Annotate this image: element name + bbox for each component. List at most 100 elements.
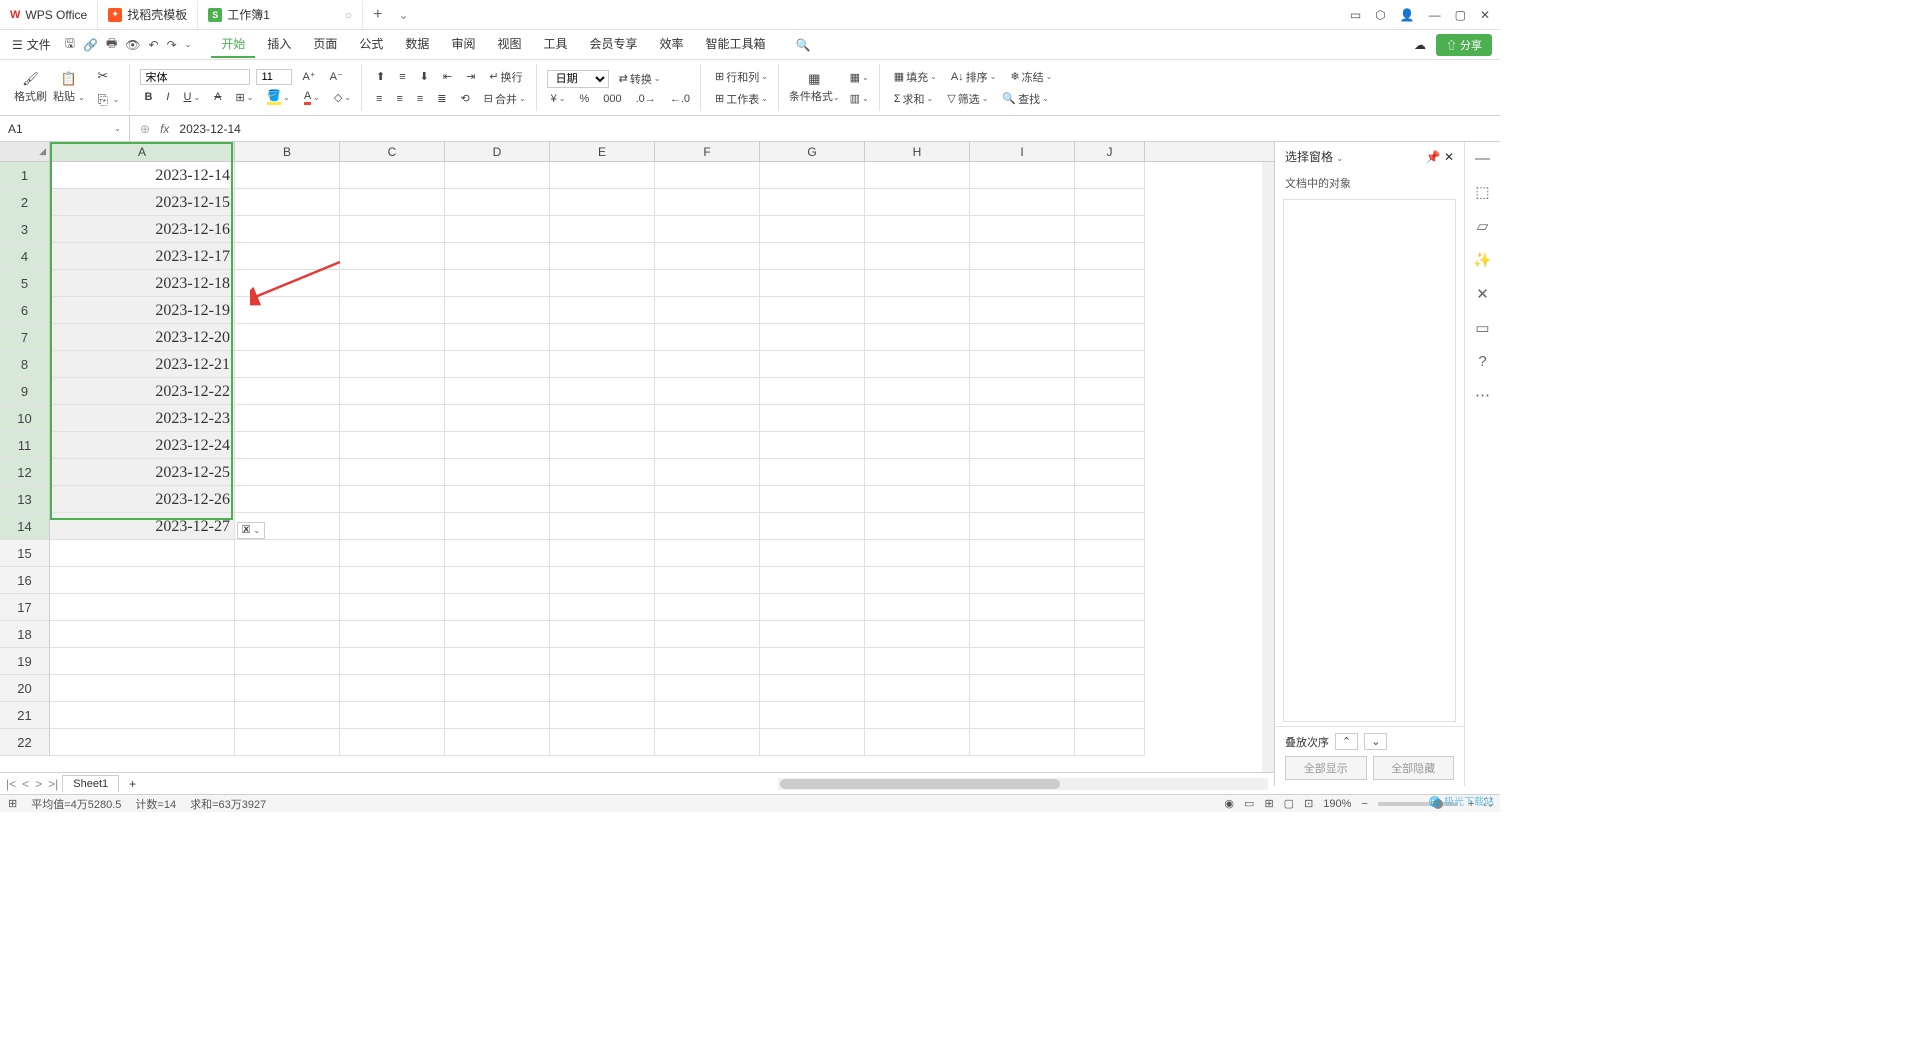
row-header[interactable]: 1 [0, 162, 50, 189]
cell[interactable] [445, 648, 550, 675]
cell[interactable] [445, 378, 550, 405]
cell-styles-button[interactable]: ▦⌄ [846, 69, 873, 86]
cell[interactable]: 2023-12-21 [50, 351, 235, 378]
cell[interactable] [865, 486, 970, 513]
format-painter-button[interactable]: 🖌格式刷 [14, 71, 47, 104]
cell[interactable] [445, 567, 550, 594]
cell[interactable] [865, 189, 970, 216]
horizontal-scrollbar[interactable] [778, 778, 1268, 790]
cell[interactable] [865, 648, 970, 675]
strikethrough-button[interactable]: A [210, 89, 225, 105]
cell[interactable] [235, 351, 340, 378]
cell[interactable] [760, 432, 865, 459]
cell[interactable] [340, 702, 445, 729]
sum-button[interactable]: Σ 求和⌄ [890, 89, 938, 109]
cell[interactable] [760, 189, 865, 216]
name-box[interactable]: A1 ⌄ [0, 116, 130, 141]
tab-workbook[interactable]: S 工作簿1 ○ [198, 1, 363, 29]
cell[interactable] [760, 621, 865, 648]
cell[interactable] [655, 432, 760, 459]
row-header[interactable]: 19 [0, 648, 50, 675]
copy-button[interactable]: ⎘⌄ [91, 90, 124, 110]
cell[interactable] [655, 216, 760, 243]
cell[interactable] [550, 729, 655, 756]
tab-view[interactable]: 视图 [487, 31, 531, 58]
cell[interactable] [970, 297, 1075, 324]
cell[interactable] [340, 486, 445, 513]
cell[interactable] [865, 567, 970, 594]
align-top-button[interactable]: ⬆ [372, 68, 389, 85]
cell[interactable] [760, 594, 865, 621]
row-header[interactable]: 12 [0, 459, 50, 486]
cell[interactable] [865, 324, 970, 351]
cell[interactable] [445, 432, 550, 459]
row-header[interactable]: 10 [0, 405, 50, 432]
file-menu[interactable]: ☰ 文件 [8, 36, 55, 53]
cell[interactable] [970, 216, 1075, 243]
tab-data[interactable]: 数据 [395, 31, 439, 58]
cell[interactable] [550, 621, 655, 648]
fill-color-button[interactable]: 🪣⌄ [263, 87, 293, 107]
cell[interactable] [1075, 324, 1145, 351]
cell[interactable] [340, 513, 445, 540]
tab-member[interactable]: 会员专享 [579, 31, 647, 58]
row-header[interactable]: 11 [0, 432, 50, 459]
first-sheet-button[interactable]: |< [6, 777, 16, 791]
cell[interactable] [1075, 243, 1145, 270]
view-cell-icon[interactable]: ▭ [1244, 797, 1254, 810]
cell[interactable] [550, 270, 655, 297]
cell[interactable] [970, 702, 1075, 729]
cell[interactable] [970, 594, 1075, 621]
row-header[interactable]: 9 [0, 378, 50, 405]
row-header[interactable]: 8 [0, 351, 50, 378]
cell[interactable] [550, 162, 655, 189]
bring-forward-button[interactable]: ⌃ [1335, 733, 1358, 750]
cell[interactable] [445, 486, 550, 513]
cell[interactable] [865, 729, 970, 756]
cell[interactable] [445, 270, 550, 297]
cell[interactable] [550, 648, 655, 675]
cell[interactable] [1075, 567, 1145, 594]
collapse-sidebar-icon[interactable]: — [1475, 150, 1490, 167]
cell[interactable] [655, 621, 760, 648]
conditional-format-button[interactable]: ▦条件格式⌄ [789, 71, 840, 104]
row-header[interactable]: 20 [0, 675, 50, 702]
font-color-button[interactable]: A⌄ [300, 88, 324, 107]
cell[interactable] [655, 459, 760, 486]
cell[interactable] [760, 648, 865, 675]
cell[interactable] [550, 486, 655, 513]
cell[interactable] [760, 270, 865, 297]
cell[interactable] [970, 378, 1075, 405]
currency-button[interactable]: ¥⌄ [547, 91, 570, 107]
cell[interactable] [1075, 189, 1145, 216]
fill-button[interactable]: ▦ 填充⌄ [890, 67, 941, 87]
formula-input[interactable]: 2023-12-14 [179, 122, 1490, 136]
cell[interactable] [970, 324, 1075, 351]
cell[interactable] [235, 324, 340, 351]
cell[interactable] [1075, 540, 1145, 567]
last-sheet-button[interactable]: >| [48, 777, 58, 791]
filter-button[interactable]: ▽ 筛选⌄ [943, 89, 992, 109]
cell[interactable] [760, 486, 865, 513]
cell[interactable] [235, 432, 340, 459]
cell[interactable] [550, 540, 655, 567]
row-header[interactable]: 16 [0, 567, 50, 594]
cell[interactable] [50, 648, 235, 675]
font-size-select[interactable] [256, 69, 292, 85]
col-header-j[interactable]: J [1075, 142, 1145, 161]
cell[interactable] [340, 729, 445, 756]
cell[interactable] [760, 459, 865, 486]
worksheet-button[interactable]: ⊞ 工作表⌄ [711, 89, 772, 109]
close-button[interactable]: ✕ [1480, 8, 1490, 22]
cell[interactable] [235, 648, 340, 675]
cell[interactable] [340, 270, 445, 297]
cell[interactable]: 2023-12-19 [50, 297, 235, 324]
decrease-font-button[interactable]: A⁻ [326, 68, 347, 85]
cell[interactable] [340, 351, 445, 378]
cell[interactable] [970, 243, 1075, 270]
row-header[interactable]: 2 [0, 189, 50, 216]
cell[interactable] [970, 675, 1075, 702]
cell[interactable] [655, 324, 760, 351]
undo-icon[interactable]: ↶ [149, 38, 159, 52]
col-header-h[interactable]: H [865, 142, 970, 161]
